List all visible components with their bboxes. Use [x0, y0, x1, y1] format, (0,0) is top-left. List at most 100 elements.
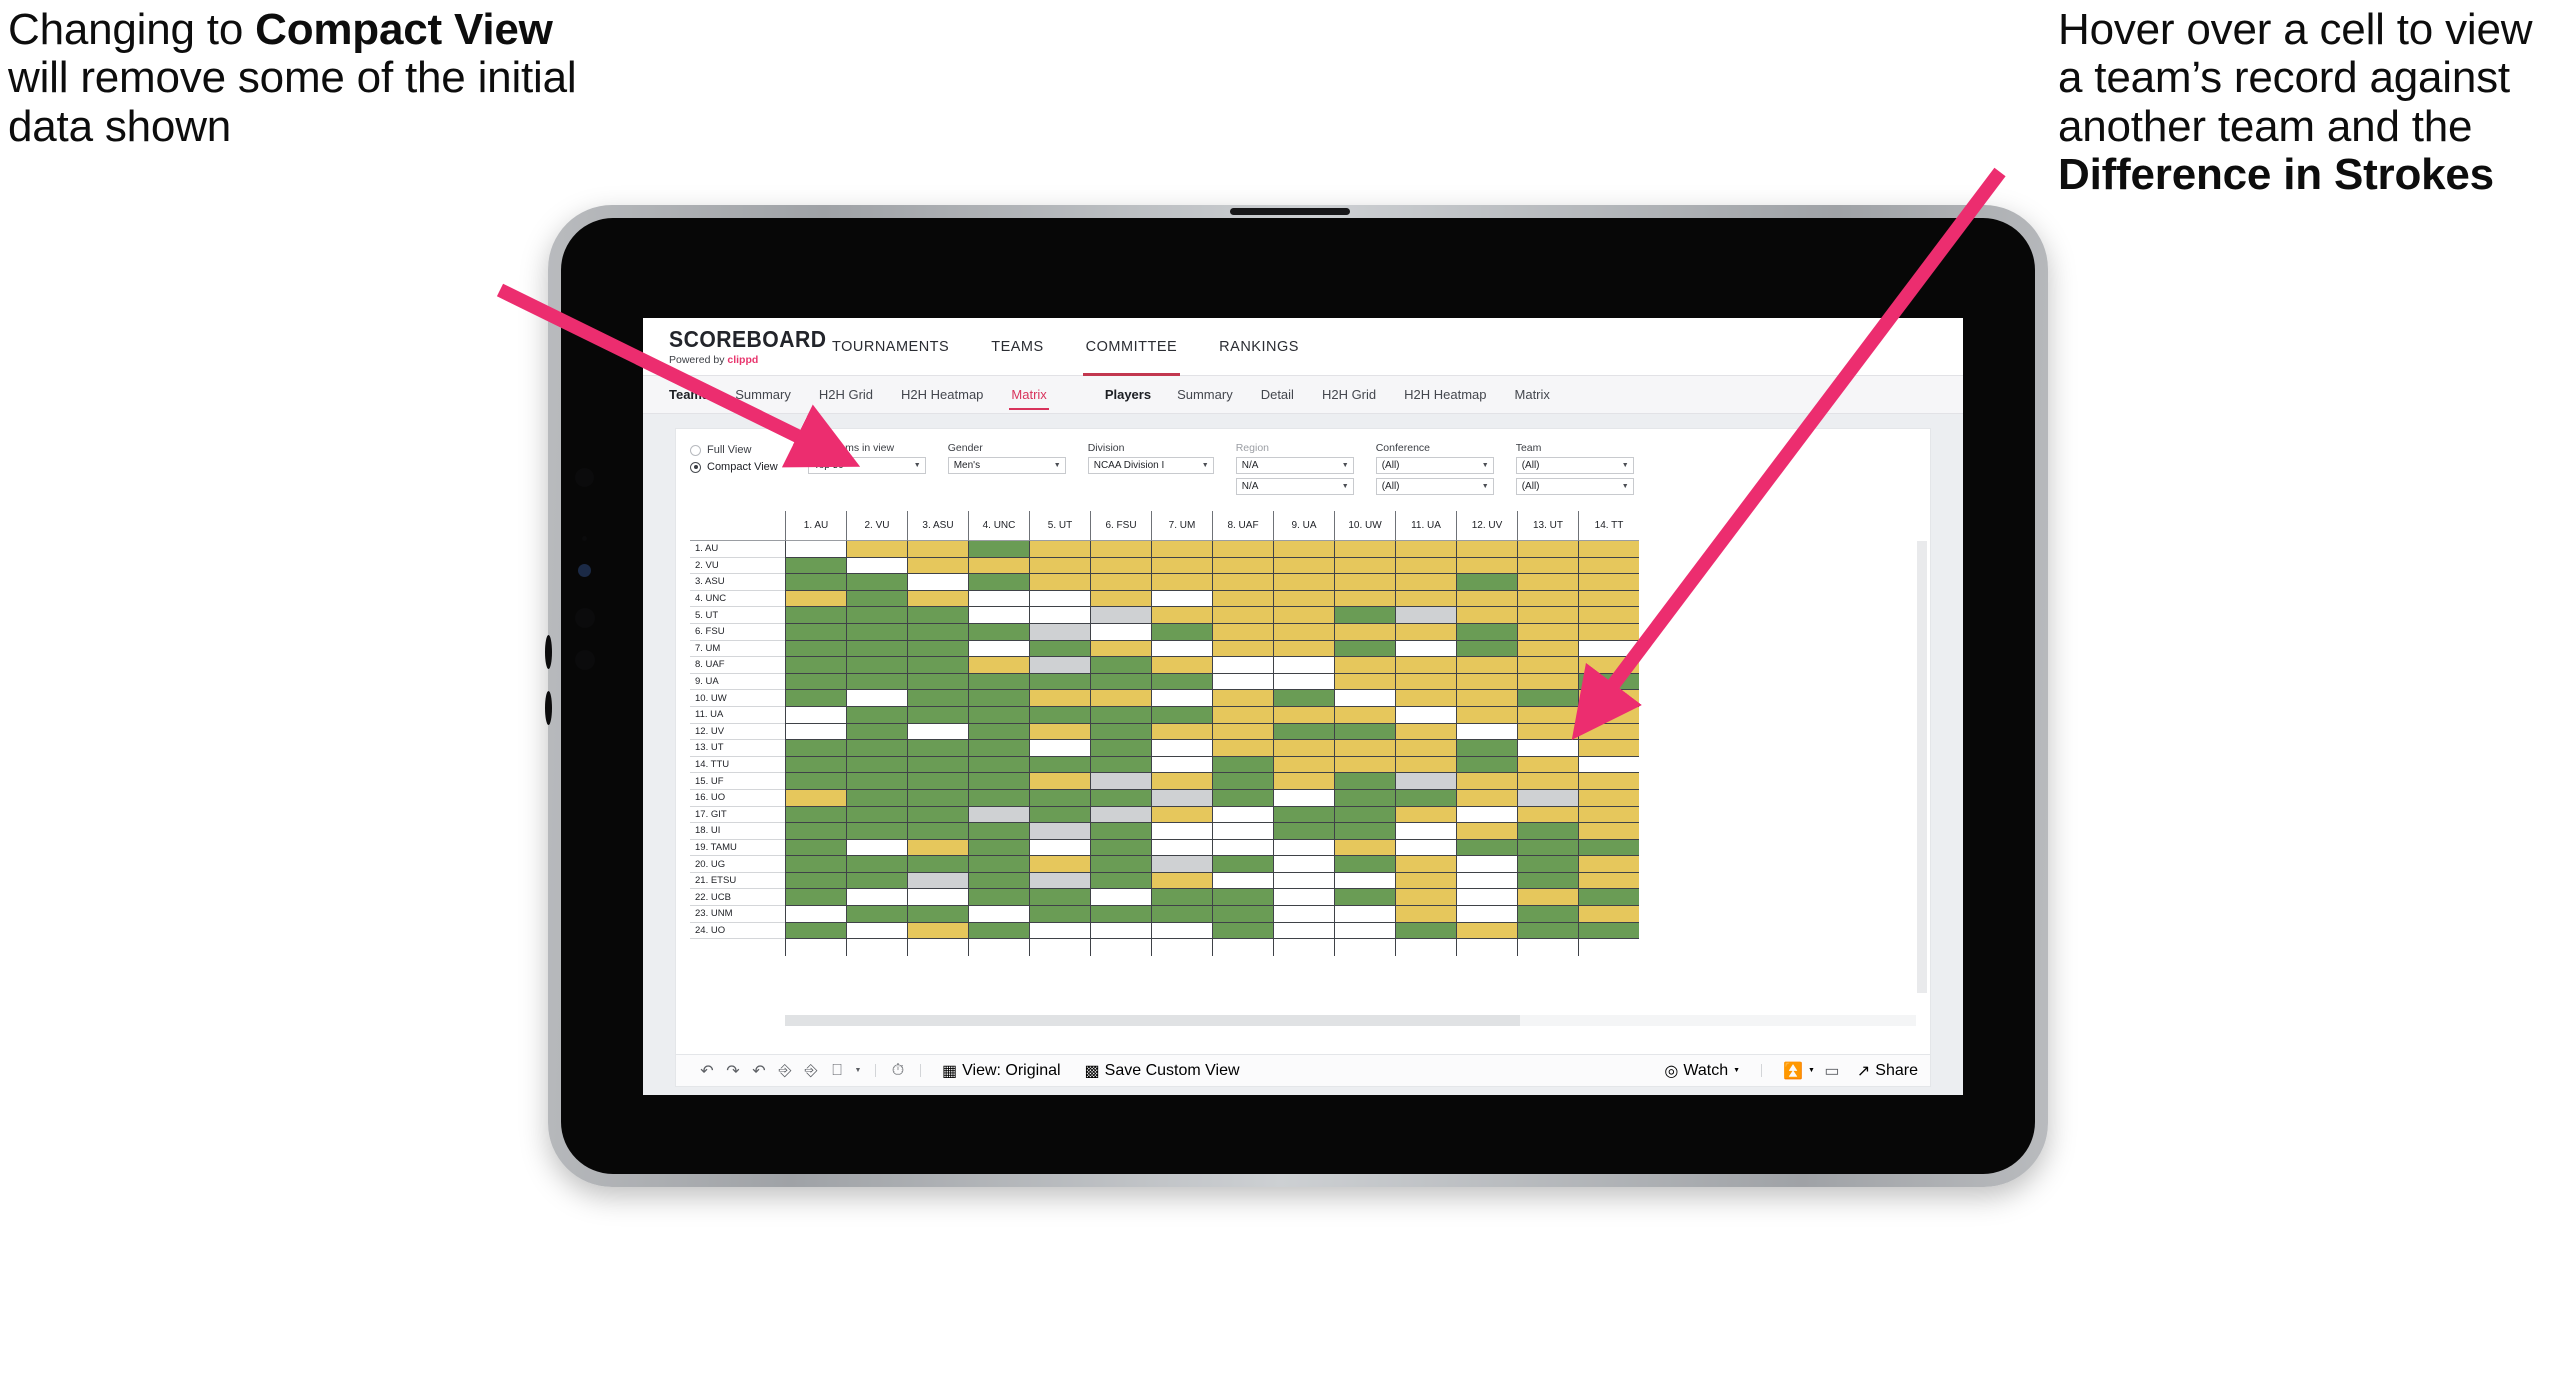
matrix-cell[interactable]: [846, 856, 907, 873]
matrix-cell[interactable]: [1517, 789, 1578, 807]
matrix-cell[interactable]: [968, 657, 1029, 674]
filter-conference-select-2[interactable]: (All) ▼: [1375, 478, 1494, 495]
caret-down-icon[interactable]: ▼: [850, 1054, 866, 1087]
matrix-cell[interactable]: [1578, 657, 1639, 674]
matrix-cell[interactable]: [846, 789, 907, 807]
matrix-cell[interactable]: [1578, 756, 1639, 774]
matrix-cell[interactable]: [1395, 623, 1456, 641]
matrix-cell[interactable]: [1212, 690, 1273, 707]
matrix-cell[interactable]: [1029, 557, 1090, 575]
matrix-cell[interactable]: [968, 889, 1029, 907]
matrix-row-label[interactable]: 3. ASU: [690, 574, 785, 591]
share-button[interactable]: ↗ Share: [1845, 1061, 1930, 1081]
matrix-cell[interactable]: [1273, 590, 1334, 608]
matrix-cell[interactable]: [1212, 557, 1273, 575]
matrix-cell[interactable]: [1517, 690, 1578, 707]
matrix-cell[interactable]: [1517, 740, 1578, 757]
matrix-cell[interactable]: [1578, 723, 1639, 741]
matrix-cell[interactable]: [1395, 856, 1456, 873]
matrix-cell[interactable]: [1151, 773, 1212, 790]
matrix-cell[interactable]: [1395, 906, 1456, 923]
matrix-cell[interactable]: [1456, 723, 1517, 741]
matrix-cell[interactable]: [1456, 541, 1517, 558]
matrix-cell[interactable]: [1395, 657, 1456, 674]
clock-icon[interactable]: ⏱: [885, 1054, 911, 1087]
matrix-cell[interactable]: [1395, 740, 1456, 757]
matrix-cell[interactable]: [1212, 756, 1273, 774]
matrix-cell[interactable]: [968, 541, 1029, 558]
matrix-cell[interactable]: [1090, 839, 1151, 857]
matrix-cell[interactable]: [846, 557, 907, 575]
undo-icon[interactable]: ↶: [694, 1054, 720, 1087]
matrix-row-label[interactable]: 17. GIT: [690, 806, 785, 824]
radio-compact-view[interactable]: Compact View: [690, 461, 778, 473]
matrix-row-label[interactable]: 2. VU: [690, 557, 785, 575]
matrix-cell[interactable]: [1517, 723, 1578, 741]
view-original-button[interactable]: ▦ View: Original: [930, 1061, 1073, 1081]
matrix-row-label[interactable]: 18. UI: [690, 823, 785, 840]
matrix-cell[interactable]: [1273, 773, 1334, 790]
matrix-row-label[interactable]: 13. UT: [690, 740, 785, 757]
matrix-row-label[interactable]: 1. AU: [690, 541, 785, 558]
matrix-cell[interactable]: [1090, 906, 1151, 923]
matrix-cell[interactable]: [1456, 657, 1517, 674]
matrix-cell[interactable]: [1456, 922, 1517, 940]
matrix-cell[interactable]: [1090, 922, 1151, 940]
matrix-cell[interactable]: [1517, 872, 1578, 890]
matrix-cell[interactable]: [907, 541, 968, 558]
matrix-cell[interactable]: [1212, 789, 1273, 807]
matrix-cell[interactable]: [1151, 872, 1212, 890]
matrix-col-header[interactable]: 6. FSU: [1090, 511, 1151, 541]
matrix-cell[interactable]: [1395, 673, 1456, 691]
matrix-cell[interactable]: [1395, 607, 1456, 624]
nav-rankings[interactable]: RANKINGS: [1198, 318, 1320, 376]
matrix-cell[interactable]: [1151, 889, 1212, 907]
matrix-cell[interactable]: [1151, 856, 1212, 873]
matrix-cell[interactable]: [907, 623, 968, 641]
matrix-cell[interactable]: [1151, 706, 1212, 724]
matrix-cell[interactable]: [1151, 673, 1212, 691]
matrix-cell[interactable]: [907, 706, 968, 724]
matrix-cell[interactable]: [846, 773, 907, 790]
matrix-cell[interactable]: [1517, 590, 1578, 608]
matrix-cell[interactable]: [1578, 922, 1639, 940]
matrix-cell[interactable]: [1395, 872, 1456, 890]
matrix-cell[interactable]: [1578, 590, 1639, 608]
matrix-cell[interactable]: [846, 823, 907, 840]
matrix-cell[interactable]: [1212, 773, 1273, 790]
matrix-cell[interactable]: [1456, 690, 1517, 707]
matrix-cell[interactable]: [1578, 823, 1639, 840]
matrix-cell[interactable]: [1578, 740, 1639, 757]
matrix-cell[interactable]: [1151, 590, 1212, 608]
matrix-cell[interactable]: [1395, 756, 1456, 774]
matrix-cell[interactable]: [1578, 673, 1639, 691]
matrix-cell[interactable]: [1578, 541, 1639, 558]
matrix-cell[interactable]: [1029, 690, 1090, 707]
matrix-cell[interactable]: [1456, 889, 1517, 907]
matrix-cell[interactable]: [1578, 607, 1639, 624]
matrix-col-header[interactable]: 3. ASU: [907, 511, 968, 541]
matrix-cell[interactable]: [1578, 623, 1639, 641]
matrix-cell[interactable]: [968, 823, 1029, 840]
matrix-cell[interactable]: [1395, 889, 1456, 907]
matrix-cell[interactable]: [1090, 673, 1151, 691]
matrix-cell[interactable]: [1090, 657, 1151, 674]
matrix-cell[interactable]: [907, 673, 968, 691]
matrix-cell[interactable]: [1090, 723, 1151, 741]
matrix-cell[interactable]: [1517, 607, 1578, 624]
matrix-cell[interactable]: [846, 673, 907, 691]
matrix-cell[interactable]: [785, 623, 846, 641]
matrix-cell[interactable]: [1151, 839, 1212, 857]
matrix-cell[interactable]: [785, 773, 846, 790]
matrix-cell[interactable]: [968, 756, 1029, 774]
redo-icon[interactable]: ↷: [720, 1054, 746, 1087]
matrix-col-header[interactable]: 1. AU: [785, 511, 846, 541]
matrix-cell[interactable]: [1090, 574, 1151, 591]
filter-region-select[interactable]: N/A ▼: [1235, 457, 1354, 474]
matrix-cell[interactable]: [846, 906, 907, 923]
matrix-cell[interactable]: [1395, 690, 1456, 707]
matrix-cell[interactable]: [968, 789, 1029, 807]
matrix-cell[interactable]: [1090, 806, 1151, 824]
matrix-cell[interactable]: [785, 723, 846, 741]
matrix-cell[interactable]: [1456, 607, 1517, 624]
